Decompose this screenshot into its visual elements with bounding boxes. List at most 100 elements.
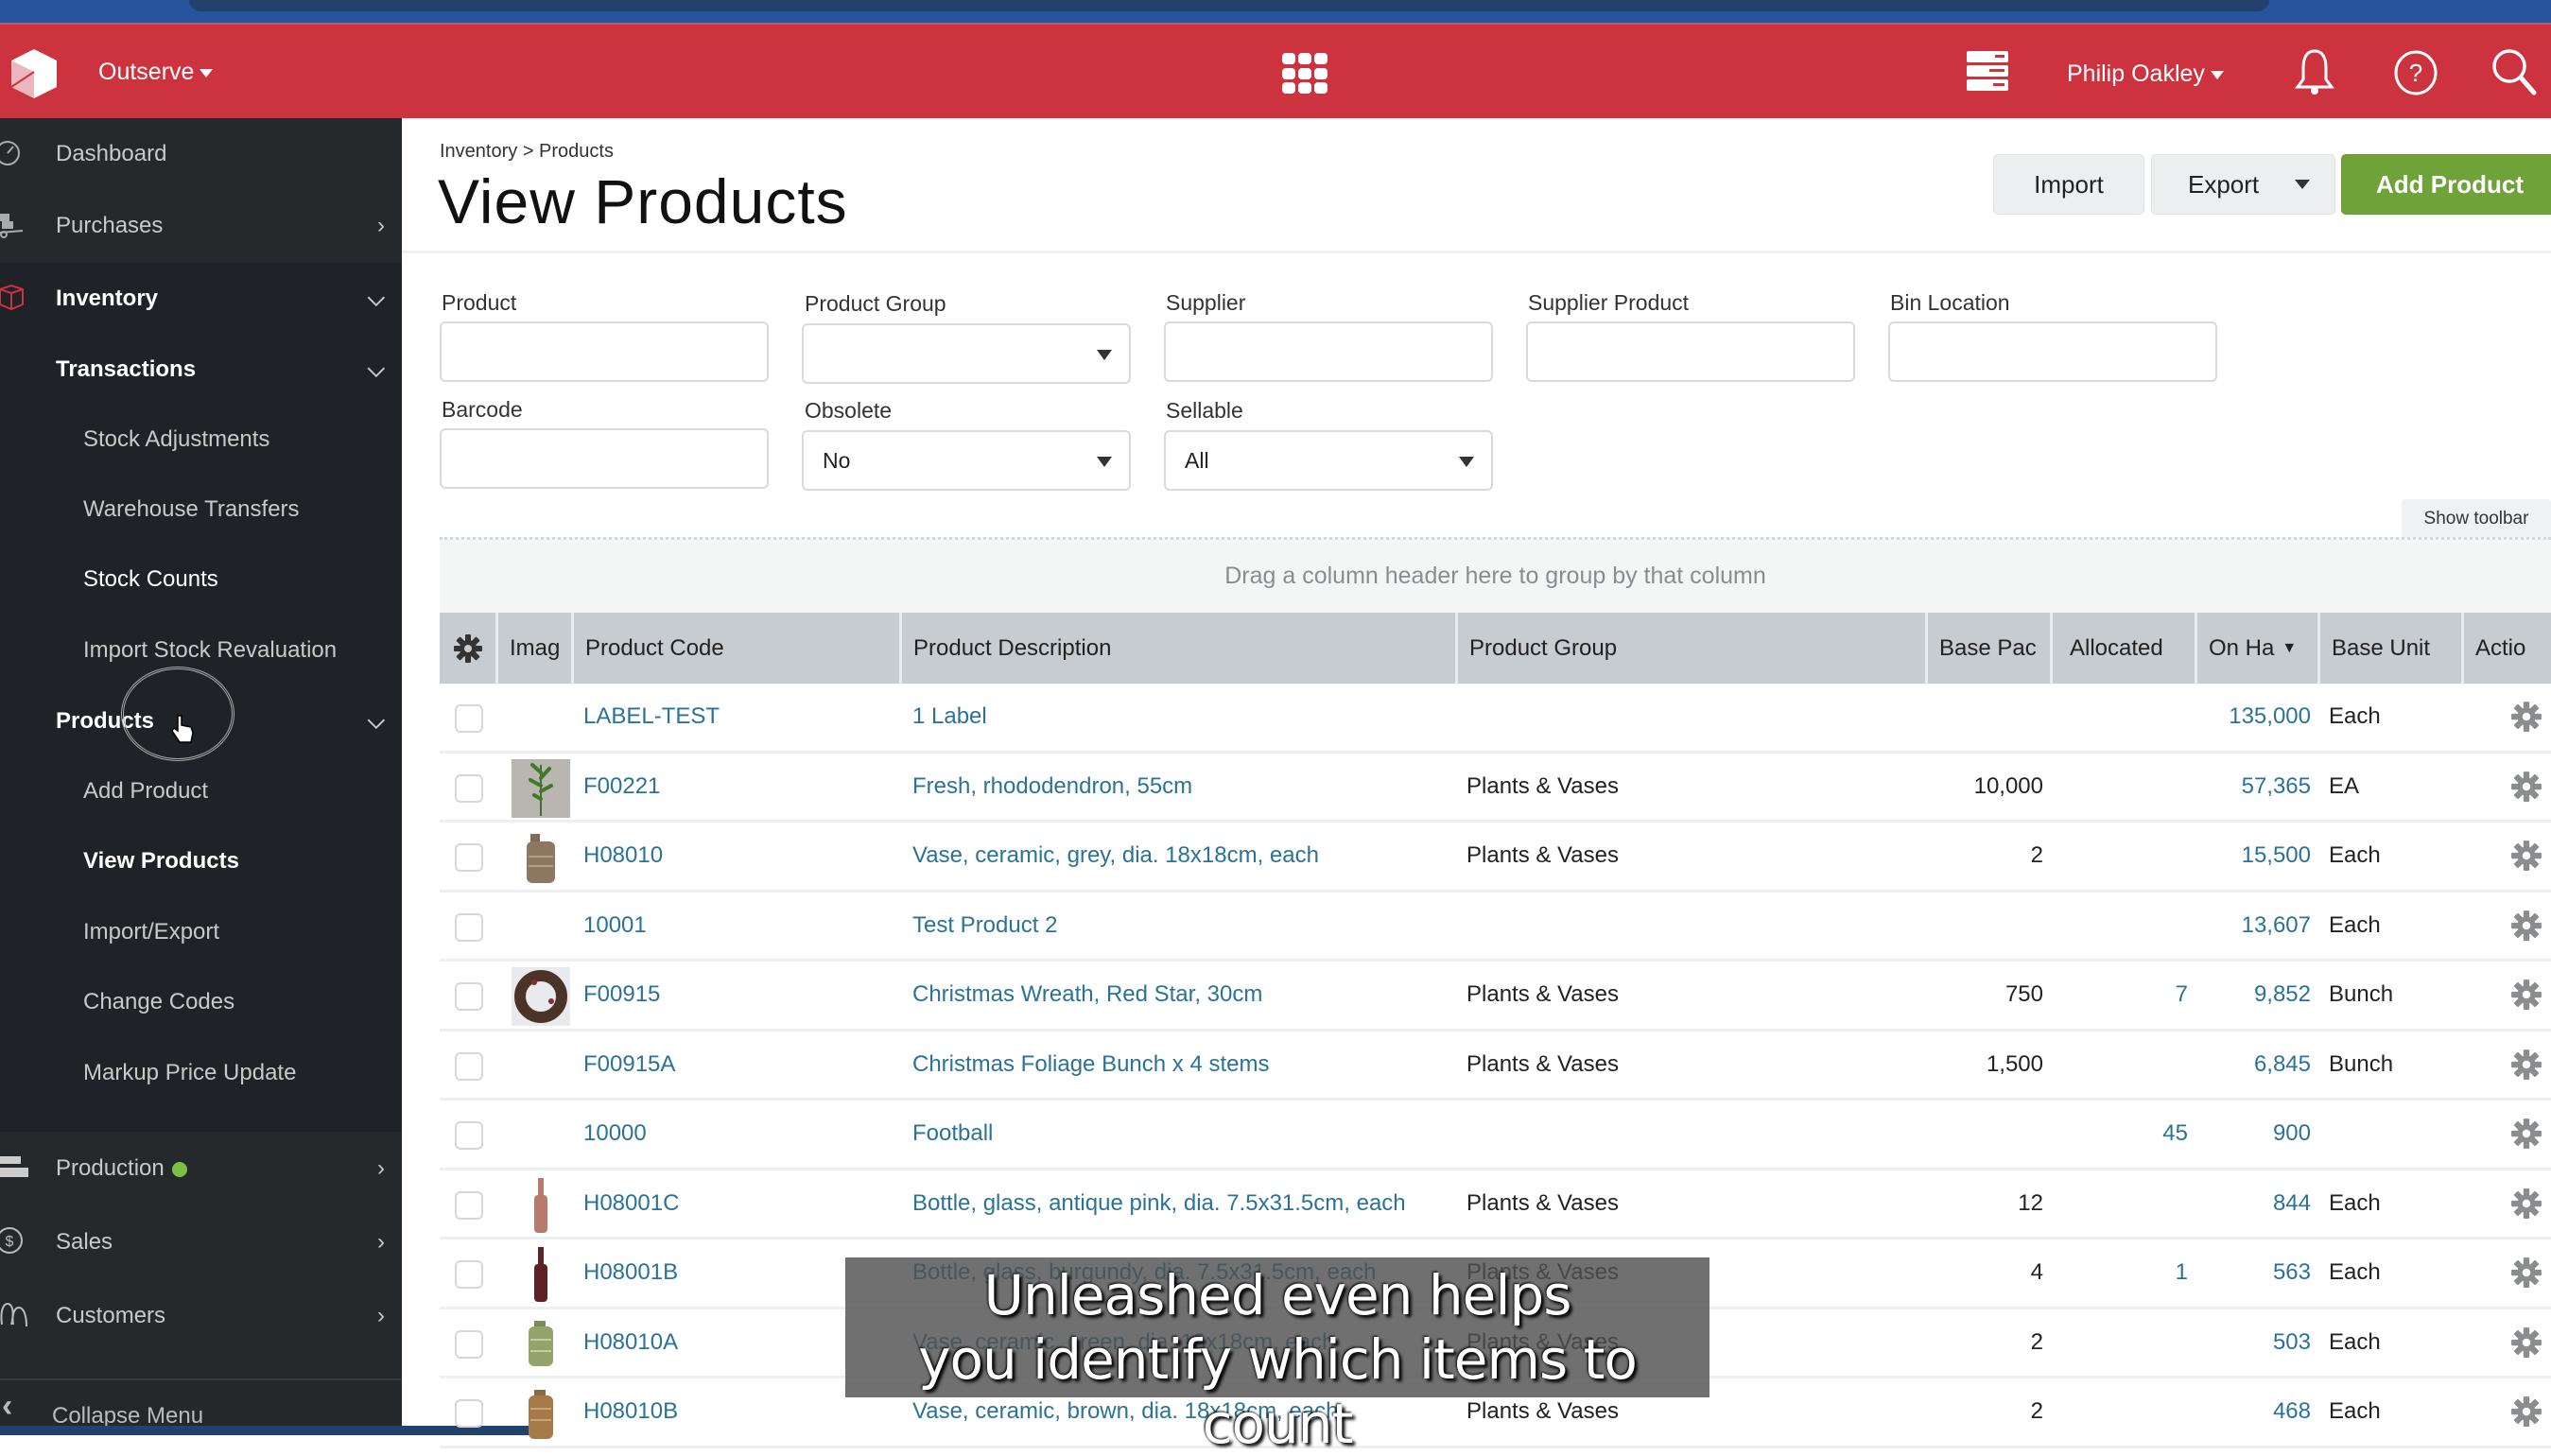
gear-icon[interactable] bbox=[2510, 840, 2542, 872]
gear-icon[interactable] bbox=[2510, 1187, 2542, 1220]
allocated-link[interactable] bbox=[2053, 893, 2188, 959]
gear-icon[interactable] bbox=[2510, 1326, 2542, 1359]
gear-icon[interactable] bbox=[2510, 979, 2542, 1011]
row-checkbox[interactable] bbox=[455, 982, 483, 1011]
on-hand-link[interactable]: 9,852 bbox=[2197, 962, 2311, 1028]
product-code-link[interactable]: H08001C bbox=[583, 1170, 679, 1237]
on-hand-link[interactable]: 900 bbox=[2197, 1101, 2311, 1167]
allocated-link[interactable]: 45 bbox=[2053, 1101, 2188, 1167]
row-checkbox[interactable] bbox=[455, 704, 483, 733]
sidebar-item-inventory[interactable]: Inventory ⌵ bbox=[0, 263, 402, 334]
row-checkbox[interactable] bbox=[455, 1190, 483, 1220]
column-settings-button[interactable] bbox=[440, 613, 498, 684]
allocated-link[interactable] bbox=[2053, 823, 2188, 889]
gear-icon[interactable] bbox=[2510, 701, 2542, 733]
obsolete-select[interactable]: No bbox=[802, 430, 1131, 491]
allocated-link[interactable] bbox=[2053, 1170, 2188, 1237]
product-code-link[interactable]: 10000 bbox=[583, 1101, 647, 1167]
column-header-allocated[interactable]: Allocated bbox=[2053, 613, 2197, 684]
sidebar-item-change-codes[interactable]: Change Codes bbox=[0, 967, 402, 1037]
sidebar-item-import-export[interactable]: Import/Export bbox=[0, 896, 402, 967]
sidebar-item-dashboard[interactable]: Dashboard bbox=[0, 118, 402, 189]
on-hand-link[interactable]: 503 bbox=[2197, 1309, 2311, 1376]
product-code-link[interactable]: F00221 bbox=[583, 754, 660, 820]
product-code-link[interactable]: H08001B bbox=[583, 1239, 678, 1306]
add-product-button[interactable]: Add Product bbox=[2341, 154, 2551, 215]
product-description-link[interactable]: Football bbox=[912, 1101, 993, 1167]
product-code-link[interactable]: F00915A bbox=[583, 1031, 675, 1098]
group-by-drop-zone[interactable]: Drag a column header here to group by th… bbox=[440, 537, 2551, 613]
apps-grid-icon[interactable] bbox=[1282, 53, 1329, 95]
column-header-on-hand[interactable]: On Ha ▼ bbox=[2197, 613, 2320, 684]
row-checkbox[interactable] bbox=[455, 1329, 483, 1359]
table-row[interactable]: H08001C Bottle, glass, antique pink, dia.… bbox=[440, 1170, 2551, 1239]
product-code-link[interactable]: H08010A bbox=[583, 1309, 678, 1376]
row-checkbox[interactable] bbox=[455, 1051, 483, 1081]
product-code-link[interactable]: F00915 bbox=[583, 962, 660, 1028]
on-hand-link[interactable]: 6,845 bbox=[2197, 1031, 2311, 1098]
column-header-base-pack[interactable]: Base Pac bbox=[1928, 613, 2053, 684]
product-code-link[interactable]: H08010 bbox=[583, 823, 663, 889]
server-stack-icon[interactable] bbox=[1965, 49, 2010, 93]
table-row[interactable]: F00221 Fresh, rhododendron, 55cm Plants & … bbox=[440, 754, 2551, 823]
product-description-link[interactable]: Fresh, rhododendron, 55cm bbox=[912, 754, 1192, 820]
allocated-link[interactable] bbox=[2053, 1031, 2188, 1098]
breadcrumb[interactable]: Inventory > Products bbox=[440, 141, 614, 163]
on-hand-link[interactable]: 135,000 bbox=[2197, 684, 2311, 750]
product-description-link[interactable]: Christmas Foliage Bunch x 4 stems bbox=[912, 1031, 1269, 1098]
allocated-link[interactable] bbox=[2053, 1309, 2188, 1376]
product-description-link[interactable]: Bottle, glass, antique pink, dia. 7.5x31… bbox=[912, 1170, 1406, 1237]
column-header-actions[interactable]: Actio bbox=[2464, 613, 2551, 684]
gear-icon[interactable] bbox=[2510, 1395, 2542, 1428]
allocated-link[interactable] bbox=[2053, 754, 2188, 820]
table-row[interactable]: 10000 Football 45 900 bbox=[440, 1101, 2551, 1170]
column-header-base-unit[interactable]: Base Unit bbox=[2320, 613, 2464, 684]
org-switcher[interactable]: Outserve bbox=[98, 59, 214, 86]
row-checkbox[interactable] bbox=[455, 773, 483, 803]
on-hand-link[interactable]: 57,365 bbox=[2197, 754, 2311, 820]
sidebar-item-add-product[interactable]: Add Product bbox=[0, 756, 402, 826]
column-header-image[interactable]: Imag bbox=[498, 613, 574, 684]
app-logo-cube-icon[interactable] bbox=[8, 45, 61, 102]
on-hand-link[interactable]: 844 bbox=[2197, 1170, 2311, 1237]
product-description-link[interactable]: Test Product 2 bbox=[912, 893, 1057, 959]
user-menu[interactable]: Philip Oakley bbox=[2067, 61, 2224, 88]
import-button[interactable]: Import bbox=[1993, 154, 2144, 215]
table-row[interactable]: LABEL-TEST 1 Label 135,000 Each bbox=[440, 684, 2551, 754]
on-hand-link[interactable]: 563 bbox=[2197, 1239, 2311, 1306]
bell-icon[interactable] bbox=[2292, 47, 2337, 96]
gear-icon[interactable] bbox=[2510, 910, 2542, 942]
column-header-product-description[interactable]: Product Description bbox=[902, 613, 1458, 684]
sidebar-item-production[interactable]: Production › bbox=[0, 1132, 402, 1205]
column-header-product-code[interactable]: Product Code bbox=[574, 613, 902, 684]
product-filter-input[interactable] bbox=[440, 321, 769, 382]
barcode-filter-input[interactable] bbox=[440, 428, 769, 489]
row-checkbox[interactable] bbox=[455, 1260, 483, 1289]
product-code-link[interactable]: LABEL-TEST bbox=[583, 684, 720, 750]
table-row[interactable]: H08010 Vase, ceramic, grey, dia. 18x18cm,… bbox=[440, 823, 2551, 893]
product-description-link[interactable]: Christmas Wreath, Red Star, 30cm bbox=[912, 962, 1262, 1028]
gear-icon[interactable] bbox=[2510, 1118, 2542, 1150]
sidebar-item-view-products[interactable]: View Products bbox=[0, 826, 402, 896]
on-hand-link[interactable]: 13,607 bbox=[2197, 893, 2311, 959]
allocated-link[interactable]: 7 bbox=[2053, 962, 2188, 1028]
sidebar-item-stock-counts[interactable]: Stock Counts bbox=[0, 545, 402, 615]
sidebar-item-purchases[interactable]: Purchases › bbox=[0, 189, 402, 263]
sidebar-item-markup-price-update[interactable]: Markup Price Update bbox=[0, 1037, 402, 1108]
row-checkbox[interactable] bbox=[455, 1399, 483, 1428]
product-code-link[interactable]: 10001 bbox=[583, 893, 647, 959]
sidebar-item-transactions[interactable]: Transactions ⌵ bbox=[0, 334, 402, 405]
gear-icon[interactable] bbox=[2510, 771, 2542, 803]
product-description-link[interactable]: 1 Label bbox=[912, 684, 987, 750]
bin-location-filter-input[interactable] bbox=[1888, 321, 2217, 382]
row-checkbox[interactable] bbox=[455, 843, 483, 872]
table-row[interactable]: 10001 Test Product 2 13,607 Each bbox=[440, 893, 2551, 962]
allocated-link[interactable]: 1 bbox=[2053, 1239, 2188, 1306]
on-hand-link[interactable]: 15,500 bbox=[2197, 823, 2311, 889]
help-icon[interactable]: ? bbox=[2392, 49, 2439, 96]
gear-icon[interactable] bbox=[2510, 1257, 2542, 1289]
table-row[interactable]: F00915A Christmas Foliage Bunch x 4 stems… bbox=[440, 1031, 2551, 1101]
supplier-product-filter-input[interactable] bbox=[1526, 321, 1855, 382]
search-icon[interactable] bbox=[2490, 47, 2538, 98]
column-header-product-group[interactable]: Product Group bbox=[1458, 613, 1928, 684]
